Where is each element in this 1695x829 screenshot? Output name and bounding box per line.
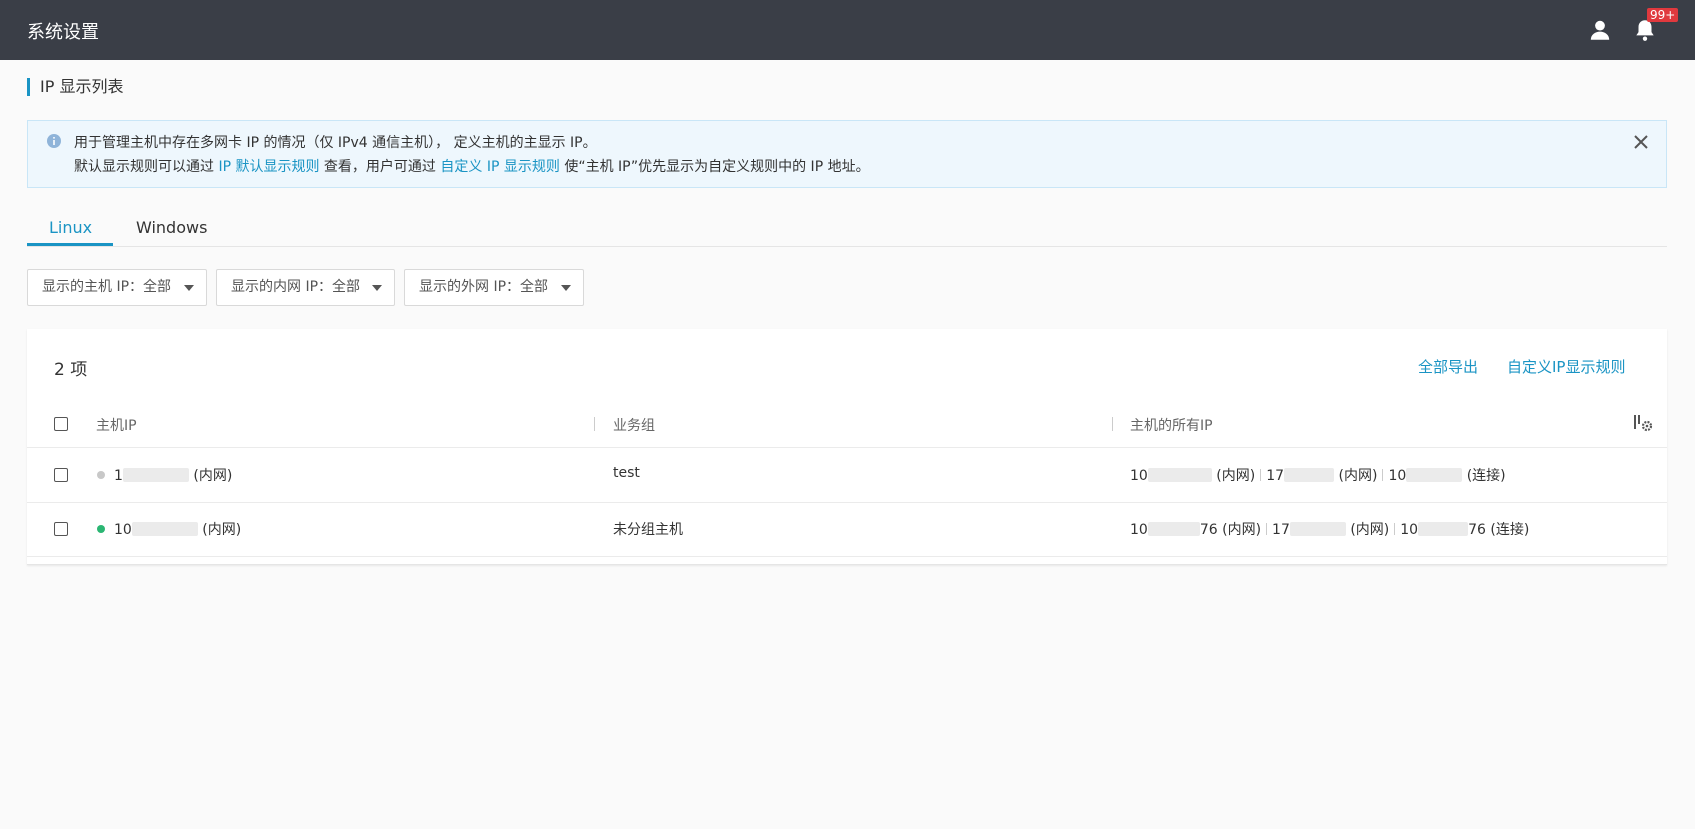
ip-table-card: 2 项 全部导出 自定义IP显示规则 主机IP 业务组 主机的所有IP 1 (内… — [27, 329, 1667, 565]
ip-default-rule-link[interactable]: IP 默认显示规则 — [218, 159, 319, 175]
masked-ip — [1147, 522, 1200, 536]
masked-ip — [1406, 468, 1463, 482]
custom-ip-rule-link[interactable]: 自定义 IP 显示规则 — [440, 159, 559, 175]
host-ip-tag: (内网) — [202, 522, 242, 538]
ip2-tag: (内网) — [1350, 522, 1390, 538]
host-ip-filter-label: 显示的主机 IP：全部 — [42, 279, 172, 295]
top-bar: 系统设置 99+ — [0, 0, 1695, 60]
host-ip-cell[interactable]: 1 (内网) — [114, 465, 232, 485]
masked-ip — [1284, 468, 1335, 482]
table-header: 主机IP 业务组 主机的所有IP — [27, 399, 1667, 448]
ip2-tag: (内网) — [1338, 468, 1378, 484]
host-ip-tag: (内网) — [193, 468, 233, 484]
active-tab-indicator — [27, 243, 113, 246]
row-checkbox[interactable] — [54, 468, 68, 482]
external-ip-filter[interactable]: 显示的外网 IP：全部 — [404, 269, 584, 306]
custom-ip-rule-button[interactable]: 自定义IP显示规则 — [1507, 356, 1625, 377]
info-icon — [47, 134, 61, 148]
internal-ip-filter[interactable]: 显示的内网 IP：全部 — [216, 269, 395, 306]
status-online-dot — [97, 525, 105, 533]
ip-divider — [1266, 523, 1268, 535]
host-ip-filter[interactable]: 显示的主机 IP：全部 — [27, 269, 207, 306]
column-resizer[interactable] — [594, 417, 595, 431]
ip1-prefix: 10 — [1130, 522, 1148, 538]
external-ip-filter-label: 显示的外网 IP：全部 — [419, 279, 549, 295]
table-row: 10 (内网) 未分组主机 10 76 (内网) 17 (内网) 10 76 (连接) — [27, 502, 1667, 557]
ip3-prefix: 10 — [1400, 522, 1419, 538]
table-row: 1 (内网) test 10 (内网) 17 (内网) 10 (连接) — [27, 448, 1667, 503]
internal-ip-filter-label: 显示的内网 IP：全部 — [231, 279, 361, 295]
ip3-tag: (连接) — [1466, 468, 1506, 484]
ip1-tag: (内网) — [1222, 522, 1262, 538]
column-settings-icon[interactable] — [1633, 413, 1653, 433]
alert-line-2-suffix: 使“主机 IP”优先显示为自定义规则中的 IP 地址。 — [559, 159, 870, 175]
item-count: 2 项 — [54, 360, 88, 380]
caret-down-icon — [372, 285, 382, 291]
caret-down-icon — [561, 285, 571, 291]
all-ips-cell: 10 (内网) 17 (内网) 10 (连接) — [1130, 465, 1506, 485]
os-tabs: Linux Windows — [27, 212, 1667, 247]
business-group-cell: 未分组主机 — [613, 522, 683, 538]
masked-ip — [1289, 522, 1346, 536]
page-title: IP 显示列表 — [27, 78, 123, 96]
info-alert: 用于管理主机中存在多网卡 IP 的情况（仅 IPv4 通信主机）， 定义主机的主… — [27, 120, 1667, 188]
ip-divider — [1394, 523, 1396, 535]
export-all-button[interactable]: 全部导出 — [1418, 356, 1478, 377]
column-host-ip[interactable]: 主机IP — [96, 415, 137, 435]
ip-divider — [1260, 469, 1262, 481]
masked-ip — [131, 522, 198, 536]
row-checkbox[interactable] — [54, 522, 68, 536]
close-icon[interactable] — [1632, 133, 1650, 151]
ip3-prefix: 10 — [1388, 468, 1407, 484]
ip3-tail: 76 — [1468, 522, 1486, 538]
host-ip-prefix: 10 — [114, 522, 132, 538]
ip2-prefix: 17 — [1272, 522, 1290, 538]
masked-ip — [1418, 522, 1469, 536]
ip1-tail: 76 — [1199, 522, 1218, 538]
status-offline-dot — [97, 471, 105, 479]
app-title: 系统设置 — [27, 22, 99, 43]
masked-ip — [1147, 468, 1212, 482]
column-business-group[interactable]: 业务组 — [613, 415, 655, 435]
ip-divider — [1382, 469, 1384, 481]
alert-line-1: 用于管理主机中存在多网卡 IP 的情况（仅 IPv4 通信主机）， 定义主机的主… — [74, 135, 597, 151]
business-group-cell: test — [613, 465, 640, 481]
ip2-prefix: 17 — [1266, 468, 1285, 484]
column-resizer[interactable] — [1112, 417, 1113, 431]
all-ips-cell: 10 76 (内网) 17 (内网) 10 76 (连接) — [1130, 519, 1529, 539]
ip3-tag: (连接) — [1490, 522, 1530, 538]
masked-ip — [122, 468, 189, 482]
alert-line-2: 默认显示规则可以通过 IP 默认显示规则 查看，用户可通过 自定义 IP 显示规… — [74, 156, 870, 176]
alert-line-2-prefix: 默认显示规则可以通过 — [74, 159, 219, 175]
select-all-checkbox[interactable] — [54, 417, 68, 431]
alert-line-2-middle: 查看，用户可通过 — [319, 159, 441, 175]
host-ip-cell[interactable]: 10 (内网) — [114, 519, 241, 539]
caret-down-icon — [184, 285, 194, 291]
column-all-ips[interactable]: 主机的所有IP — [1130, 415, 1213, 435]
notification-badge[interactable]: 99+ — [1647, 8, 1679, 22]
host-ip-prefix: 1 — [114, 468, 123, 484]
tab-linux[interactable]: Linux — [49, 218, 92, 237]
tab-windows[interactable]: Windows — [136, 218, 207, 237]
user-icon[interactable] — [1587, 17, 1613, 43]
ip1-tag: (内网) — [1216, 468, 1256, 484]
ip1-prefix: 10 — [1130, 468, 1148, 484]
